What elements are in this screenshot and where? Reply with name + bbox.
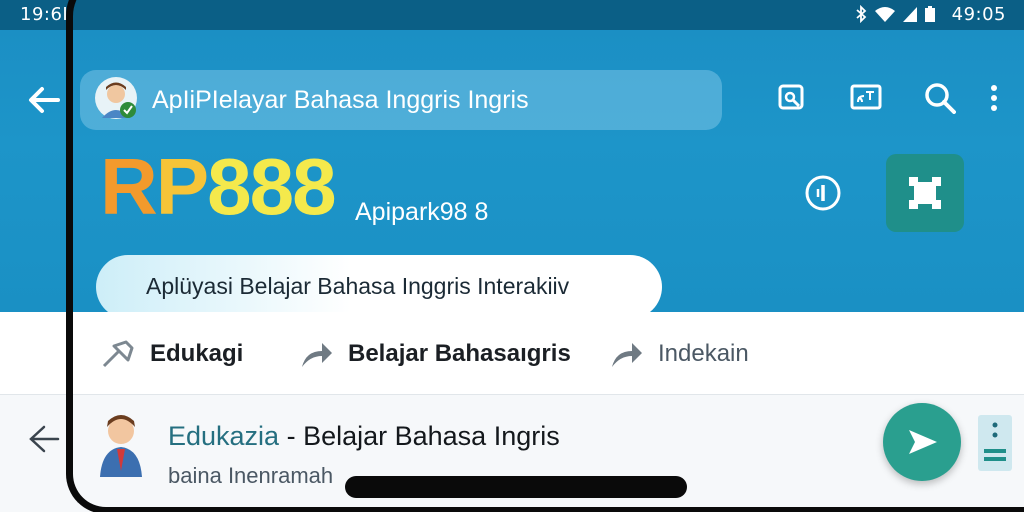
app-header: ApIiPIelayar Bahasa Inggris Ingris RP888…: [0, 30, 1024, 319]
tab-label: Indekain: [658, 340, 749, 367]
tab-label: Edukagi: [150, 340, 244, 367]
bluetooth-icon: [856, 5, 867, 23]
chevron-left-icon[interactable]: [24, 419, 64, 459]
find-in-page-button[interactable]: [772, 78, 812, 118]
status-bar: 19:6I 49:05: [0, 0, 1024, 30]
info-circle-icon: [805, 175, 841, 211]
tab-label: Belajar Bahasaıgris: [348, 340, 571, 367]
arrow-back-icon: [29, 87, 60, 113]
more-vert-icon: [991, 85, 997, 111]
info-button[interactable]: [800, 170, 846, 216]
back-button[interactable]: [24, 80, 64, 120]
play-send-icon: [909, 430, 937, 454]
fullscreen-icon: [909, 177, 941, 209]
cast-button[interactable]: [846, 78, 886, 118]
category-tabs: Edukagi Belajar Bahasaıgris Indekain: [0, 312, 1024, 395]
brand-logo-part-p: P: [155, 142, 209, 231]
list-item-source: Edukazia: [168, 421, 280, 451]
system-icons: [854, 5, 936, 23]
battery-icon: [925, 6, 935, 22]
brand-logo: RP888: [100, 142, 337, 232]
list-item-separator: -: [279, 421, 304, 451]
cast-icon: [850, 84, 882, 110]
app-screen: 19:6I 49:05 ApIiPIelayar Bahasa Inggris …: [0, 0, 1024, 512]
signal-icon: [903, 7, 917, 22]
brand-logo-part-number: 888: [207, 142, 336, 231]
tab-indekain[interactable]: Indekain: [610, 336, 749, 372]
play-button[interactable]: [883, 403, 961, 481]
app-title-bar[interactable]: ApIiPIelayar Bahasa Inggris Ingris: [80, 70, 722, 130]
description-text: Aplüyasi Belajar Bahasa Inggris Interaki…: [146, 273, 570, 299]
author-avatar-icon: [100, 415, 142, 477]
top-actions: [738, 78, 1004, 118]
search-icon: [925, 83, 956, 114]
list-item-heading: Belajar Bahasa Ingris: [303, 421, 560, 451]
tab-belajar-bahasa[interactable]: Belajar Bahasaıgris: [300, 336, 571, 372]
drag-handle-icon: [984, 422, 1006, 461]
fullscreen-button[interactable]: [886, 154, 964, 232]
tool-icon: [102, 340, 134, 368]
status-time-right: 49:05: [951, 4, 1006, 25]
status-time-left: 19:6I: [20, 4, 69, 25]
list-item-title: Edukazia - Belajar Bahasa Ingris: [168, 421, 560, 452]
list-item-subtitle: baina Inenramah: [168, 463, 334, 488]
share-arrow-icon: [302, 343, 332, 367]
more-options-button[interactable]: [984, 78, 1004, 118]
tab-edukagi[interactable]: Edukagi: [100, 336, 243, 372]
app-title: ApIiPIelayar Bahasa Inggris Ingris: [152, 86, 529, 114]
search-document-icon: [778, 84, 804, 110]
description-pill[interactable]: Aplüyasi Belajar Bahasa Inggris Interaki…: [96, 255, 662, 319]
search-button[interactable]: [920, 78, 960, 118]
brand-subtitle: Apipark98 8: [355, 198, 489, 226]
app-avatar-icon: [95, 77, 137, 119]
wifi-icon: [875, 7, 895, 22]
home-indicator[interactable]: [345, 476, 687, 498]
side-panel-handle[interactable]: [978, 415, 1012, 471]
brand-logo-part-r: R: [100, 142, 158, 231]
share-arrow-icon: [612, 343, 642, 367]
